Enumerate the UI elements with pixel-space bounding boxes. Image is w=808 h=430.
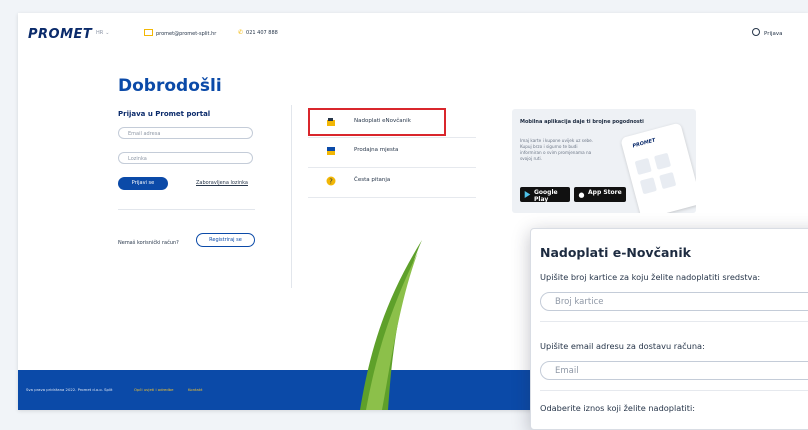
popup-title: Nadoplati e-Novčanik [540,245,691,260]
menu-item-sales-points[interactable]: Prodajna mjesta [308,138,448,166]
contact-email[interactable]: promet@promet-split.hr [144,29,216,37]
register-button[interactable]: Registriraj se [196,233,255,247]
email-label: Upišite email adresu za dostavu računa: [540,341,705,351]
amount-label: Odaberite iznos koji želite nadoplatiti: [540,403,695,413]
wallet-topup-highlight [308,108,446,136]
column-divider [291,105,292,288]
phone-icon: ✆ [238,29,244,36]
menu-item-label: Česta pitanja [354,177,391,183]
user-icon [752,28,760,36]
menu-divider [308,197,476,198]
app-store-button[interactable]: App Store [574,187,626,202]
login-subtitle: Prijava u Promet portal [118,110,211,118]
footer-copyright: Sva prava pridržana 2022. Promet d.o.o. … [26,387,113,392]
popup-divider [540,390,808,391]
mail-icon [144,29,153,36]
play-icon [524,191,531,198]
language-selector[interactable]: HR ⌄ [96,30,109,36]
contact-phone-text: 021 407 888 [246,30,278,36]
google-play-button[interactable]: Google Play [520,187,570,203]
google-play-label: Google Play [534,189,558,203]
header-login-label: Prijava [764,31,783,37]
app-tile [653,152,672,170]
login-divider [118,209,255,210]
phone-mockup: PROMET [620,122,696,213]
app-tile [639,177,657,195]
popup-email-input[interactable]: Email [540,361,808,380]
promo-title: Mobilna aplikacija daje ti brojne pogodn… [520,119,644,125]
apple-icon [578,192,585,198]
password-field[interactable]: Lozinka [118,152,253,164]
menu-item-faq[interactable]: ? Česta pitanja [308,168,448,196]
footer-contact-link[interactable]: Kontakt [188,387,203,392]
contact-phone[interactable]: ✆ 021 407 888 [238,29,278,36]
app-store-label: App Store [588,189,622,196]
promo-text: Imaj karte i kupone uvijek uz sebe. Kupu… [520,138,594,161]
store-icon [327,147,335,155]
header-login-link[interactable]: Prijava [752,28,783,37]
no-account-text: Nemaš korisnički račun? [118,240,179,246]
menu-item-label: Prodajna mjesta [354,147,399,153]
login-button[interactable]: Prijavi se [118,177,168,190]
svg-text:?: ? [329,178,333,186]
chevron-down-icon: ⌄ [105,30,110,36]
page-title: Dobrodošli [118,76,222,96]
card-number-label: Upišite broj kartice za koju želite nado… [540,272,761,282]
email-field[interactable]: Email adresa [118,127,253,139]
header: PROMET HR ⌄ promet@promet-split.hr ✆ 021 4… [18,13,808,55]
contact-email-text: promet@promet-split.hr [156,31,217,37]
popup-divider [540,321,808,322]
footer-terms-link[interactable]: Opći uvjeti i odredbe [134,387,174,392]
mobile-app-promo: Mobilna aplikacija daje ti brojne pogodn… [512,109,696,213]
wallet-topup-popup: Nadoplati e-Novčanik Upišite broj kartic… [530,228,808,430]
card-number-input[interactable]: Broj kartice [540,292,808,311]
app-brand: PROMET [631,137,657,150]
app-tile [634,157,652,176]
forgot-password-link[interactable]: Zaboravljena lozinka [196,180,248,186]
language-label: HR [96,30,104,36]
question-icon: ? [326,176,336,186]
promet-logo[interactable]: PROMET [28,27,92,42]
green-arrow-decoration [360,240,422,410]
app-tile [659,172,677,190]
